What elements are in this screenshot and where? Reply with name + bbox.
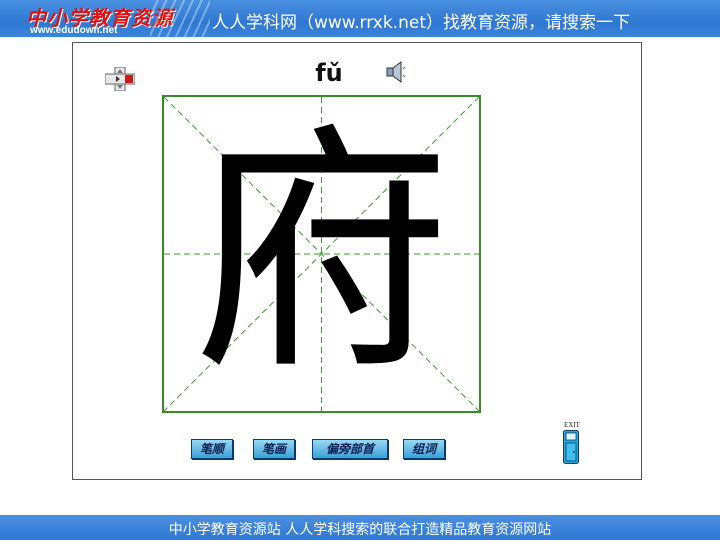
stroke-count-button[interactable]: 笔画: [253, 439, 295, 459]
character-writing-grid: 府: [162, 95, 481, 413]
site-logo-url[interactable]: www.edudown.net: [30, 25, 117, 36]
exit-label: EXIT: [564, 421, 580, 429]
banner-decoration: [150, 0, 210, 37]
bottom-banner: 中小学教育资源站 人人学科搜索的联合打造精品教育资源网站: [0, 515, 720, 540]
exit-control[interactable]: EXIT: [561, 421, 583, 467]
chinese-character: 府: [192, 104, 451, 404]
radical-button[interactable]: 偏旁部首: [312, 439, 388, 459]
lesson-card: fǔ 府 笔顺 笔画 偏旁部首 组词 EXIT: [72, 42, 642, 480]
pinyin-label: fǔ: [315, 59, 343, 87]
word-building-button[interactable]: 组词: [403, 439, 445, 459]
exit-door-icon[interactable]: [563, 430, 579, 464]
speaker-icon[interactable]: [385, 61, 407, 83]
banner-text: 人人学科网（www.rrxk.net）找教育资源，请搜索一下: [212, 13, 630, 33]
navigation-cross-icon[interactable]: [105, 67, 135, 91]
footer-text: 中小学教育资源站 人人学科搜索的联合打造精品教育资源网站: [168, 522, 552, 538]
stroke-order-button[interactable]: 笔顺: [191, 439, 233, 459]
top-banner: 中小学教育资源 www.edudown.net 人人学科网（www.rrxk.n…: [0, 0, 720, 37]
